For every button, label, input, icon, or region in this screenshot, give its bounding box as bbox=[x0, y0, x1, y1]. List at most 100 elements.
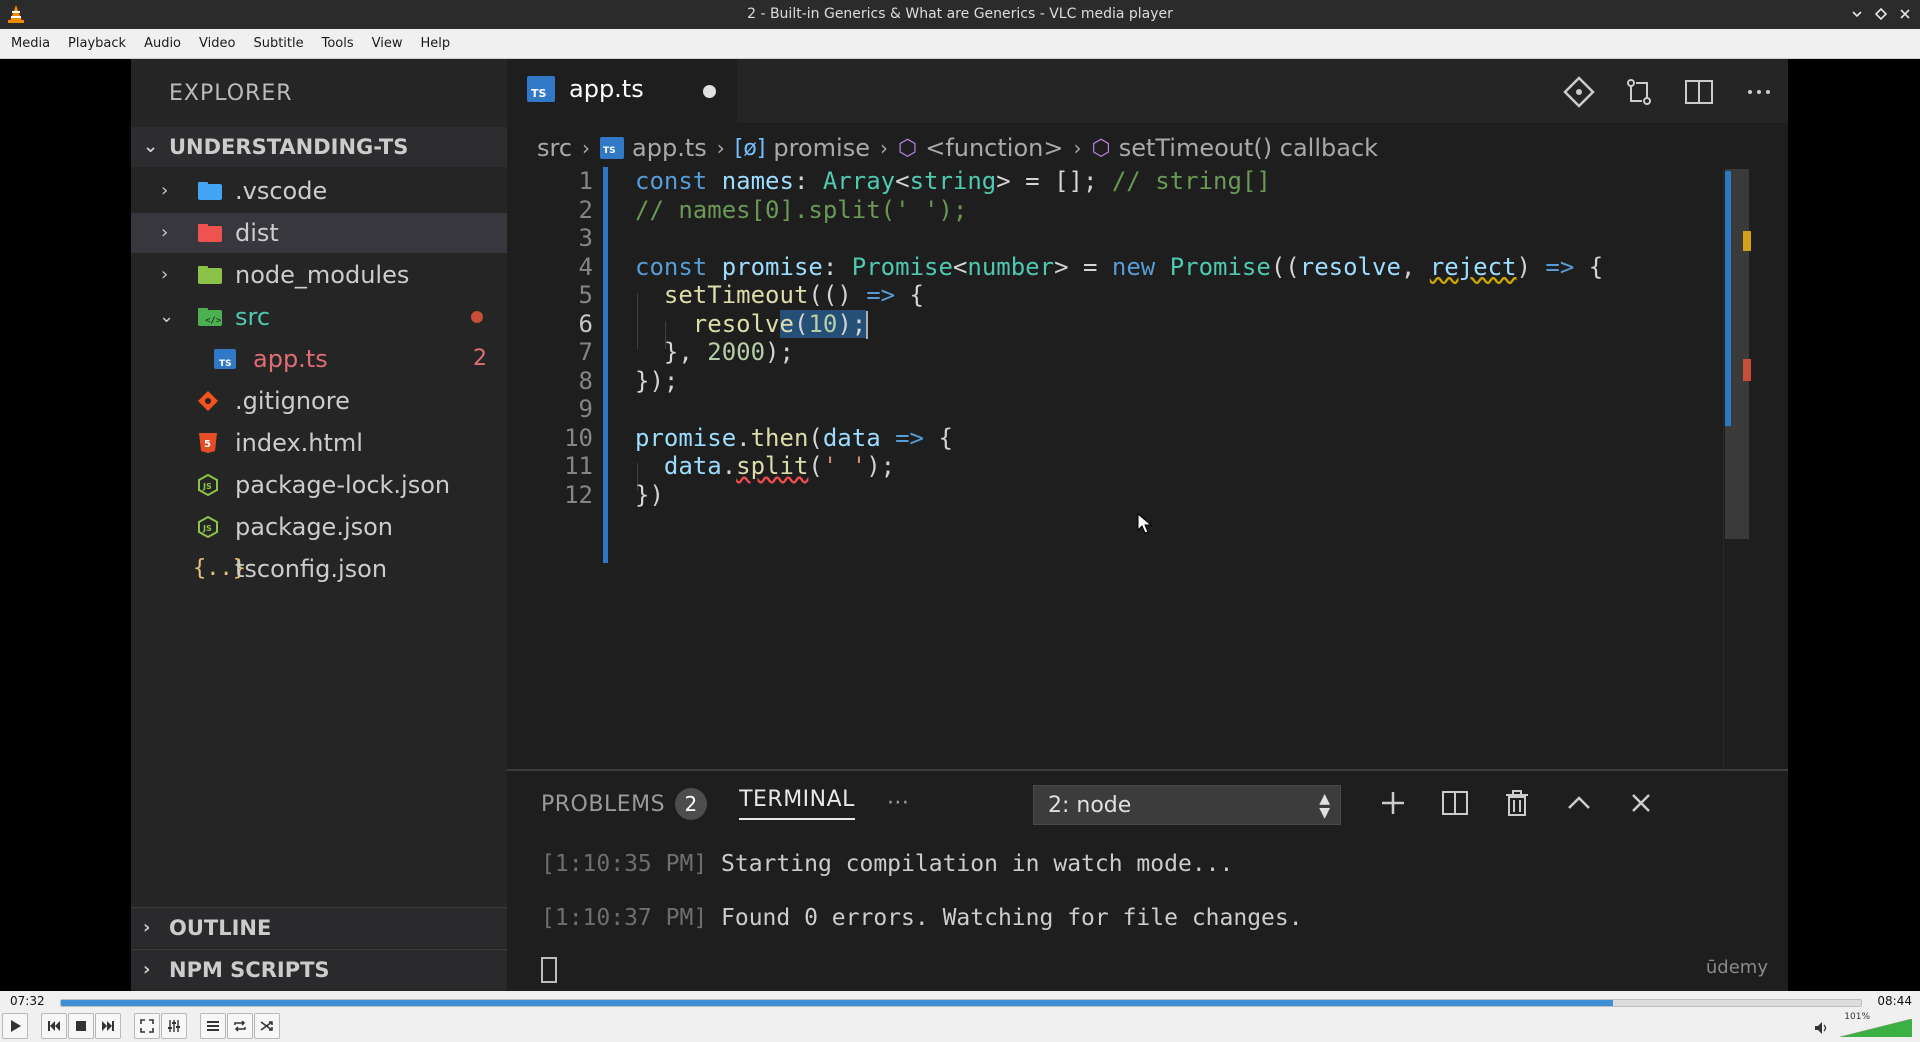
code-line: }); bbox=[635, 366, 679, 395]
tree-item-src: ⌄ </> src bbox=[131, 297, 507, 337]
close-button[interactable] bbox=[1896, 5, 1914, 23]
udemy-watermark: ūdemy bbox=[1705, 957, 1768, 978]
tree-item-vscode: › .vscode bbox=[131, 171, 507, 211]
node-folder-icon bbox=[198, 266, 222, 284]
previous-button[interactable] bbox=[41, 1013, 67, 1039]
playlist-button[interactable] bbox=[200, 1013, 226, 1039]
npm-scripts-section: › NPM SCRIPTS bbox=[131, 949, 507, 989]
mouse-cursor-icon bbox=[1137, 513, 1153, 534]
equalizer-icon bbox=[168, 1020, 180, 1032]
select-arrows-icon: ▲ ▼ bbox=[1319, 791, 1330, 821]
chevron-right-icon: › bbox=[143, 959, 151, 980]
breadcrumb: src › TS app.ts › [ø] promise › ⬡ <funct… bbox=[537, 131, 1378, 165]
close-panel-icon bbox=[1632, 794, 1650, 812]
shuffle-button[interactable] bbox=[254, 1013, 280, 1039]
tree-item-label: node_modules bbox=[235, 261, 410, 289]
dist-folder-icon bbox=[198, 224, 222, 242]
breadcrumb-item: src bbox=[537, 134, 573, 162]
loop-button[interactable] bbox=[227, 1013, 253, 1039]
menu-media[interactable]: Media bbox=[2, 29, 59, 59]
title-bar: 2 - Built-in Generics & What are Generic… bbox=[0, 0, 1920, 29]
volume-slider[interactable] bbox=[1840, 1019, 1912, 1037]
editor-tabs: TS app.ts bbox=[507, 59, 1788, 123]
terminal-message: Starting compilation in watch mode... bbox=[707, 851, 1234, 877]
outline-label: OUTLINE bbox=[169, 916, 272, 940]
variable-symbol-icon: [ø] bbox=[734, 135, 766, 161]
terminal-timestamp: [1:10:37 PM] bbox=[541, 905, 708, 931]
unsaved-dot-icon bbox=[703, 85, 716, 98]
tab-terminal: TERMINAL bbox=[739, 787, 855, 820]
menu-view[interactable]: View bbox=[363, 29, 412, 59]
window-title: 2 - Built-in Generics & What are Generic… bbox=[747, 6, 1173, 22]
git-icon bbox=[1563, 76, 1595, 108]
terminal-select-value: 2: node bbox=[1048, 793, 1132, 818]
breadcrumb-item: <function> bbox=[925, 134, 1064, 162]
tree-item-label: tsconfig.json bbox=[235, 555, 388, 583]
chevron-right-icon: › bbox=[879, 136, 888, 160]
tree-item-node-modules: › node_modules bbox=[131, 255, 507, 295]
line-number: 12 bbox=[564, 480, 593, 509]
menu-help[interactable]: Help bbox=[412, 29, 460, 59]
code-area[interactable]: 1 2 3 4 5 6 7 8 9 10 11 12 const names: … bbox=[507, 167, 1727, 587]
tab-label: app.ts bbox=[569, 75, 644, 103]
code-line: data.split(' '); bbox=[663, 452, 896, 480]
split-terminal-icon bbox=[1442, 791, 1468, 815]
more-icon bbox=[1748, 90, 1770, 94]
breadcrumb-item: app.ts bbox=[632, 134, 707, 162]
play-button[interactable] bbox=[2, 1013, 28, 1039]
terminal-line: [1:10:37 PM] Found 0 errors. Watching fo… bbox=[541, 905, 1303, 931]
terminal-cursor bbox=[541, 957, 557, 983]
tree-item-label: index.html bbox=[235, 429, 363, 457]
speaker-icon[interactable] bbox=[1814, 1021, 1830, 1035]
line-number: 7 bbox=[578, 338, 593, 366]
tree-item-index-html: 5 index.html bbox=[131, 423, 507, 463]
menu-audio[interactable]: Audio bbox=[135, 29, 190, 59]
chevron-down-icon bbox=[1852, 11, 1862, 18]
add-terminal-icon bbox=[1382, 792, 1404, 814]
volume-control[interactable]: 101% bbox=[1812, 1012, 1912, 1037]
maximize-button[interactable] bbox=[1872, 5, 1890, 23]
minimize-button[interactable] bbox=[1848, 5, 1866, 23]
chevron-right-icon: › bbox=[161, 180, 169, 201]
menu-subtitle[interactable]: Subtitle bbox=[244, 29, 312, 59]
chevron-right-icon: › bbox=[582, 136, 591, 160]
menu-playback[interactable]: Playback bbox=[59, 29, 135, 59]
seek-bar[interactable] bbox=[60, 999, 1862, 1007]
svg-text:JS: JS bbox=[202, 524, 212, 533]
chevron-right-icon: › bbox=[143, 917, 151, 938]
function-symbol-icon: ⬡ bbox=[1091, 135, 1111, 161]
code-line: const promise: Promise<number> = new Pro… bbox=[635, 252, 1604, 281]
line-number: 2 bbox=[578, 195, 593, 224]
line-number: 5 bbox=[578, 281, 593, 309]
video-area[interactable]: EXPLORER ⌄ UNDERSTANDING-TS › .vscode › … bbox=[0, 59, 1920, 991]
tree-item-dist: › dist bbox=[131, 213, 507, 253]
tree-item-label: app.ts bbox=[253, 345, 328, 373]
stop-button[interactable] bbox=[68, 1013, 94, 1039]
chevron-right-icon: › bbox=[161, 222, 169, 243]
next-button[interactable] bbox=[95, 1013, 121, 1039]
tree-item-label: .gitignore bbox=[235, 387, 350, 415]
error-marker bbox=[1743, 359, 1751, 381]
extended-settings-button[interactable] bbox=[161, 1013, 187, 1039]
code-line: const names: Array<string> = []; // stri… bbox=[635, 167, 1271, 195]
modified-gutter-bar bbox=[603, 167, 608, 563]
compare-changes-icon bbox=[1627, 79, 1651, 105]
line-number: 3 bbox=[578, 224, 593, 252]
fullscreen-button[interactable] bbox=[134, 1013, 160, 1039]
line-number: 11 bbox=[564, 452, 593, 480]
scrollbar-change-marker bbox=[1725, 171, 1731, 426]
error-dot bbox=[471, 311, 483, 323]
menu-tools[interactable]: Tools bbox=[313, 29, 363, 59]
tree-item-tsconfig: {..} tsconfig.json bbox=[131, 549, 507, 589]
code-line: // names[0].split(' '); bbox=[635, 195, 968, 224]
problems-label: PROBLEMS bbox=[541, 791, 666, 817]
code-editor: TS app.ts src › TS app.ts › [ø] promise … bbox=[507, 59, 1788, 769]
terminal-line: [1:10:35 PM] Starting compilation in wat… bbox=[541, 851, 1233, 877]
typescript-file-icon: TS bbox=[214, 349, 236, 369]
menu-video[interactable]: Video bbox=[190, 29, 244, 59]
problem-count-badge: 2 bbox=[473, 346, 487, 371]
breadcrumb-item: setTimeout() callback bbox=[1118, 134, 1379, 162]
fullscreen-icon bbox=[140, 1019, 154, 1033]
tree-item-package-lock: JS package-lock.json bbox=[131, 465, 507, 505]
menu-bar: Media Playback Audio Video Subtitle Tool… bbox=[0, 29, 1920, 59]
